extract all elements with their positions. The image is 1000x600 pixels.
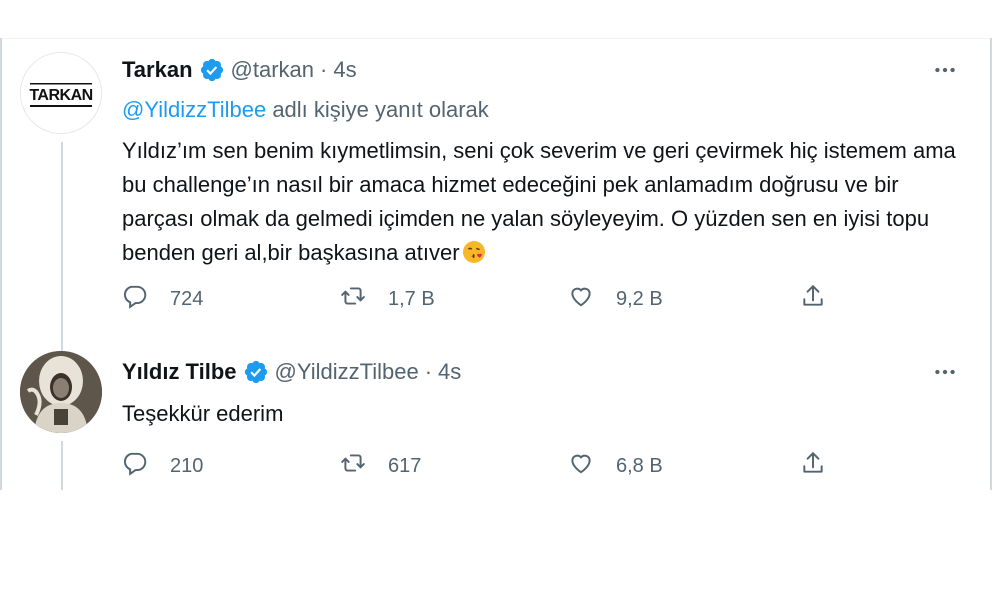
like-count: 9,2 B [616,287,663,310]
more-dots-icon[interactable] [930,57,960,83]
svg-text:TARKAN: TARKAN [29,87,92,104]
reply-count: 724 [170,287,204,310]
user-handle[interactable]: @YildizzTilbee [275,359,419,385]
user-handle[interactable]: @tarkan [231,57,314,83]
tweet-thread-frame: TARKAN Tarkan @tarkan · 4s @YildizzTilbe… [0,0,1000,600]
tweet-header: Tarkan @tarkan · 4s [122,57,357,83]
share-button[interactable] [800,283,826,315]
tweet-tarkan[interactable]: TARKAN Tarkan @tarkan · 4s @YildizzTilbe… [0,38,990,351]
verified-badge-icon [199,57,225,83]
retweet-count: 617 [388,454,422,477]
display-name[interactable]: Tarkan [122,57,193,83]
tweet-body: Yıldız’ım sen benim kıymetlimsin, seni ç… [122,138,956,265]
tweet-yildiz-tilbe[interactable]: Yıldız Tilbe @YildizzTilbee · 4s Teşekkü… [0,351,990,490]
like-button[interactable]: 9,2 B [568,283,663,315]
reply-button[interactable]: 724 [122,283,203,315]
verified-badge-icon [243,359,269,385]
tweet-actions: 724 1,7 B 9,2 B [122,283,834,315]
retweet-button[interactable]: 1,7 B [340,283,435,315]
tweet-header: Yıldız Tilbe @YildizzTilbee · 4s [122,359,461,385]
right-border [990,38,992,490]
reply-bubble-icon [122,450,148,482]
share-button[interactable] [800,450,826,482]
share-icon [800,283,826,315]
profile-photo [20,351,102,433]
heart-icon [568,450,594,482]
timestamp[interactable]: 4s [333,57,356,83]
like-button[interactable]: 6,8 B [568,450,663,482]
reply-context-text: adlı kişiye yanıt olarak [266,97,489,122]
reply-count: 210 [170,454,204,477]
separator-dot: · [320,57,328,82]
more-dots-icon[interactable] [930,359,960,385]
avatar[interactable] [20,351,102,433]
retweet-icon [340,450,366,482]
like-count: 6,8 B [616,454,663,477]
reply-context: @YildizzTilbee adlı kişiye yanıt olarak [122,96,489,124]
heart-icon [568,283,594,315]
tweet-text: Teşekkür ederim [122,397,972,431]
timestamp[interactable]: 4s [438,359,461,385]
thread-line [61,441,63,490]
reply-button[interactable]: 210 [122,450,203,482]
share-icon [800,450,826,482]
display-name[interactable]: Yıldız Tilbe [122,359,237,385]
kissing-face-emoji [462,240,486,264]
retweet-button[interactable]: 617 [340,450,421,482]
retweet-icon [340,283,366,315]
tweet-actions: 210 617 6,8 B [122,450,834,482]
reply-bubble-icon [122,283,148,315]
avatar[interactable]: TARKAN [20,52,102,134]
retweet-count: 1,7 B [388,287,435,310]
tweet-body: Teşekkür ederim [122,401,284,426]
thread-line [61,142,63,351]
separator-dot: · [424,359,433,384]
tweet-text: Yıldız’ım sen benim kıymetlimsin, seni ç… [122,134,972,270]
reply-mention-link[interactable]: @YildizzTilbee [122,97,266,122]
tarkan-logo: TARKAN [21,53,101,133]
